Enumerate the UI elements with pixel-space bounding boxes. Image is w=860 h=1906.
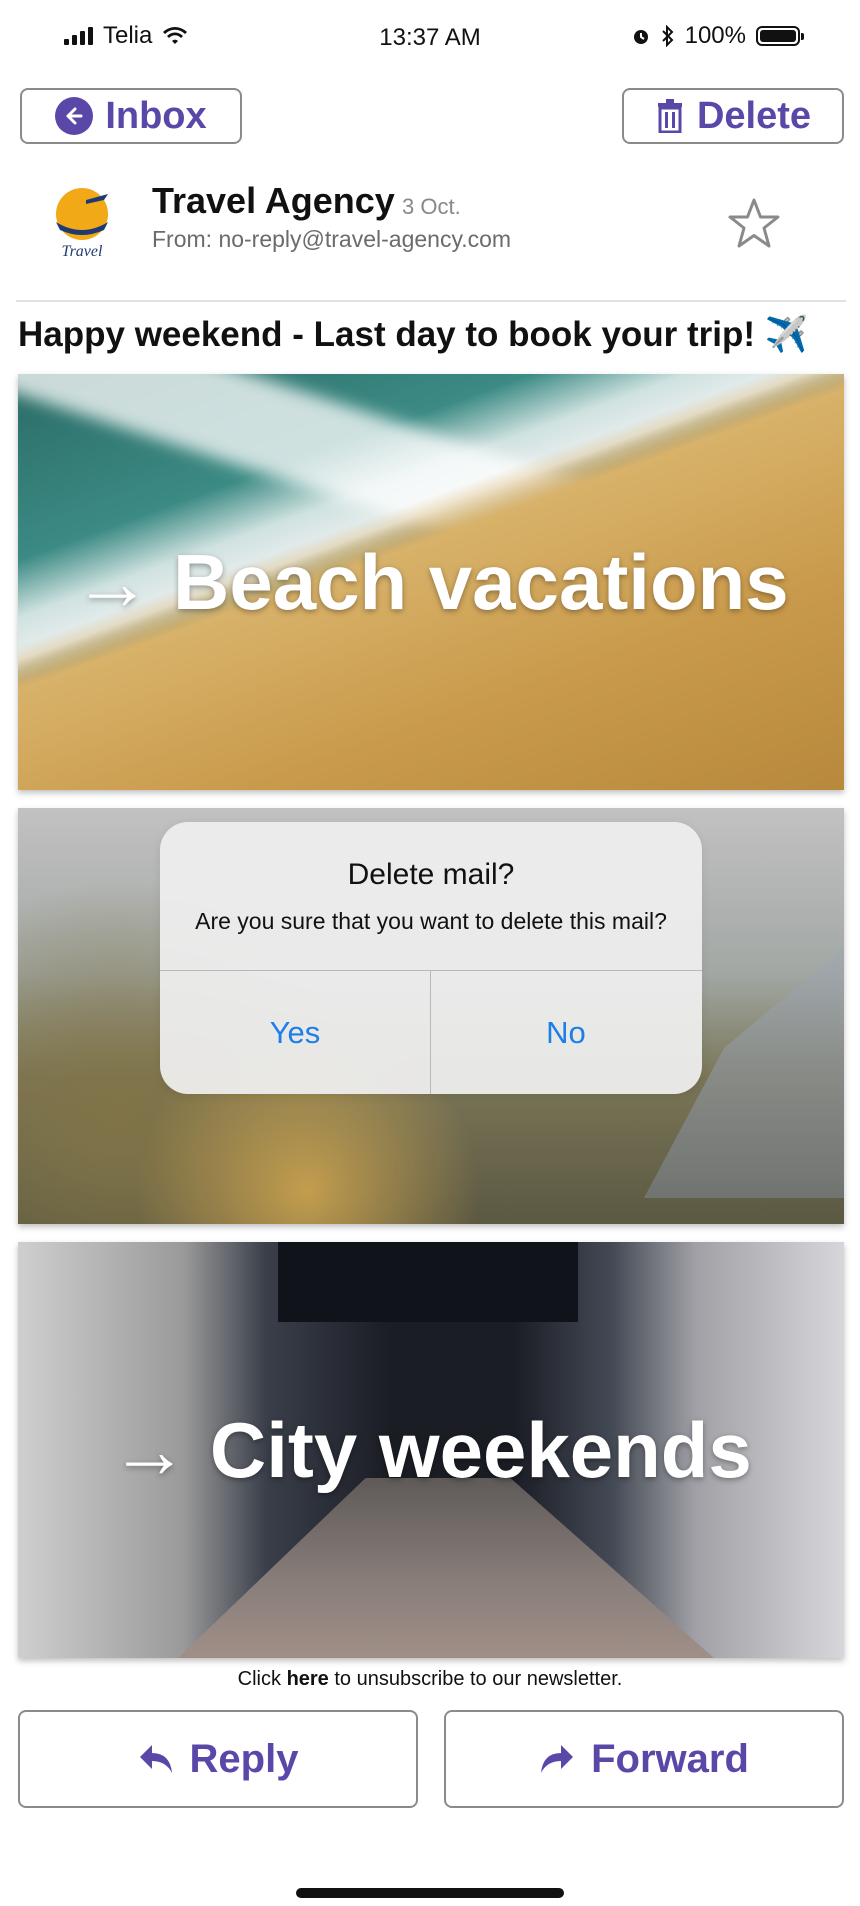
status-right: 100% [631,22,804,50]
inbox-label: Inbox [105,94,207,137]
unsubscribe-link[interactable]: here [287,1668,329,1690]
city-banner-label: → City weekends [110,1405,752,1494]
sender-name: Travel Agency [152,180,395,221]
reply-button[interactable]: Reply [18,1710,418,1808]
beach-banner-label: → Beach vacations [73,537,789,626]
unsubscribe-text: Click here to unsubscribe to our newslet… [237,1668,623,1690]
back-arrow-icon [55,97,94,135]
forward-label: Forward [591,1736,749,1781]
star-icon[interactable] [726,196,782,252]
battery-icon [756,26,804,46]
dialog-title: Delete mail? [347,858,515,891]
header-divider [16,300,846,302]
dialog-yes-button[interactable]: Yes [160,971,430,1094]
svg-text:Travel: Travel [62,243,103,260]
home-indicator [296,1888,564,1898]
dialog-message: Are you sure that you want to delete thi… [195,908,667,934]
battery-percent: 100% [684,22,746,49]
reply-icon [139,1745,172,1773]
dialog-no-button[interactable]: No [431,971,701,1094]
inbox-button[interactable]: Inbox [20,88,242,144]
status-bar: Telia 13:37 AM 100% [0,0,860,80]
email-date: 3 Oct. [402,194,461,219]
alarm-icon [633,30,648,44]
sender-logo: Travel [46,182,118,262]
beach-banner[interactable]: → Beach vacations [18,374,844,790]
sender-address: From: no-reply@travel-agency.com [152,226,512,252]
delete-dialog: Delete mail? Are you sure that you want … [160,822,702,1094]
city-banner[interactable]: → City weekends [18,1242,844,1658]
forward-button[interactable]: Forward [444,1710,844,1808]
reply-label: Reply [189,1736,299,1781]
delete-label: Delete [696,94,812,137]
email-subject: Happy weekend - Last day to book your tr… [18,315,809,354]
bluetooth-icon [661,25,674,47]
delete-button[interactable]: Delete [622,88,844,144]
trash-icon [657,99,682,133]
forward-icon [541,1745,574,1773]
